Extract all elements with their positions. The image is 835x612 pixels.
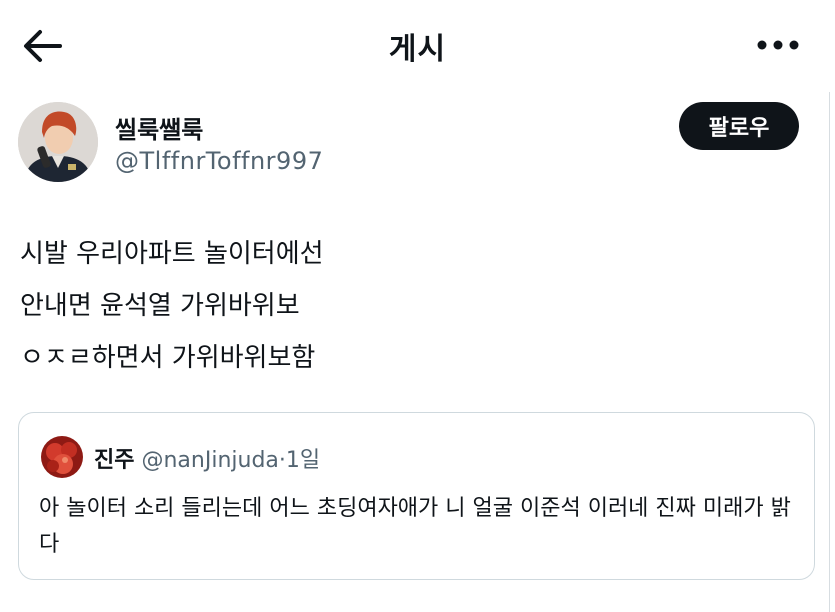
quoted-tweet-time: 1일 <box>285 448 321 473</box>
quoted-author-name: 진주 <box>94 448 135 473</box>
quoted-author-avatar <box>41 436 83 478</box>
meta-separator: · <box>278 448 286 473</box>
tweet-author-row: 씰룩쌜룩 @TlffnrToffnr997 팔로우 <box>0 100 835 190</box>
quoted-tweet-meta: 진주 @nanJinjuda·1일 <box>94 442 320 474</box>
quoted-tweet-card[interactable]: 진주 @nanJinjuda·1일 아 놀이터 소리 들리는데 어느 초딩여자애… <box>18 412 815 580</box>
tweet-text: 시발 우리아파트 놀이터에선 안내면 윤석열 가위바위보 ㅇㅈㄹ하면서 가위바위… <box>20 239 324 373</box>
quoted-avatar-image <box>41 436 83 478</box>
author-avatar[interactable] <box>18 102 98 182</box>
page-title: 게시 <box>388 32 447 67</box>
avatar-image <box>18 102 98 182</box>
more-horizontal-icon <box>757 40 799 50</box>
more-options-button[interactable] <box>752 30 804 60</box>
author-display-name[interactable]: 씰룩쌜룩 <box>115 110 203 145</box>
quoted-tweet-text: 아 놀이터 소리 들리는데 어느 초딩여자애가 니 얼굴 이준석 이러네 진짜 … <box>39 496 791 557</box>
follow-button[interactable]: 팔로우 <box>679 102 799 150</box>
scrollbar-track <box>829 92 830 612</box>
quoted-author-handle: @nanJinjuda <box>141 448 279 473</box>
top-app-bar: 게시 <box>0 0 835 92</box>
author-handle[interactable]: @TlffnrToffnr997 <box>115 147 323 175</box>
